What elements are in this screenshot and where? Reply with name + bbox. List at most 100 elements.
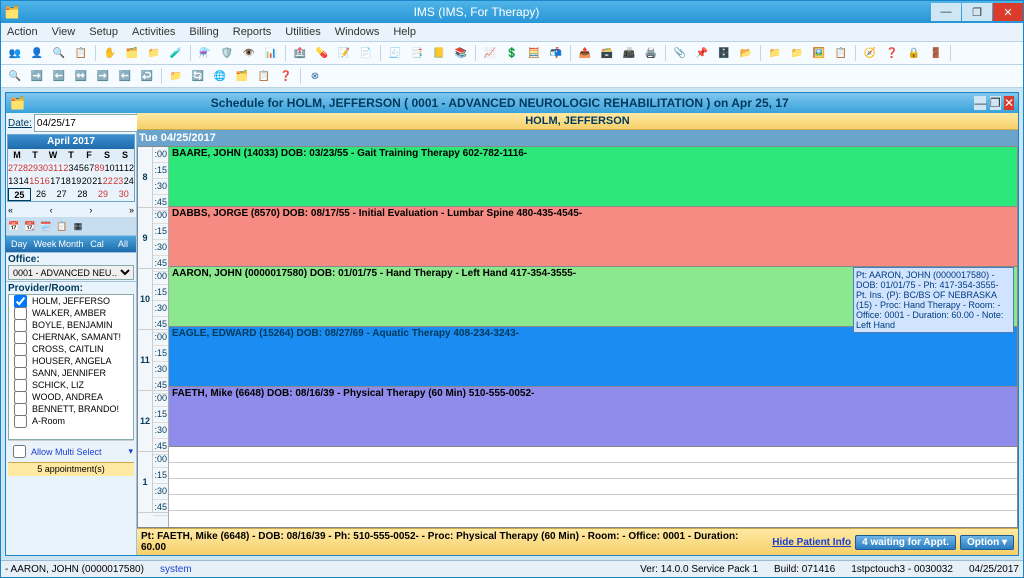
- appointment-column[interactable]: BAARE, JOHN (14033) DOB: 03/23/55 - Gait…: [169, 147, 1017, 527]
- cal-day-14[interactable]: 14: [19, 175, 30, 188]
- viewtab-cal[interactable]: Cal: [84, 239, 110, 249]
- close-button[interactable]: ✕: [993, 3, 1023, 21]
- cal-day-10[interactable]: 10: [105, 162, 115, 175]
- toolbar1-btn-10[interactable]: 👁️: [239, 43, 259, 63]
- toolbar1-btn-34[interactable]: 🖼️: [809, 43, 829, 63]
- toolbar1-btn-22[interactable]: 🧮: [524, 43, 544, 63]
- sched-max-button[interactable]: ❐: [990, 96, 1001, 110]
- toolbar1-btn-4[interactable]: ✋: [100, 43, 120, 63]
- toolbar2-btn-13[interactable]: ❓: [276, 66, 296, 86]
- toolbar1-btn-14[interactable]: 📝: [334, 43, 354, 63]
- provider-checkbox[interactable]: [14, 415, 27, 428]
- menu-billing[interactable]: Billing: [189, 26, 218, 38]
- toolbar1-btn-12[interactable]: 🏥: [290, 43, 310, 63]
- toolbar1-btn-36[interactable]: 🧭: [860, 43, 880, 63]
- cal-day-16[interactable]: 16: [40, 175, 51, 188]
- schedule-sys-icon[interactable]: 🗂️: [10, 96, 25, 110]
- toolbar2-btn-4[interactable]: ➡️: [93, 66, 113, 86]
- toolbar1-btn-39[interactable]: 🚪: [926, 43, 946, 63]
- cal-day-30[interactable]: 30: [113, 188, 134, 201]
- cal-day-11[interactable]: 11: [115, 162, 124, 175]
- week-icon[interactable]: 📆: [23, 219, 37, 233]
- provider-item[interactable]: HOUSER, ANGELA: [9, 355, 133, 367]
- cal-day-22[interactable]: 22: [103, 175, 114, 188]
- maximize-button[interactable]: ❐: [962, 3, 992, 21]
- cal-day-27[interactable]: 27: [51, 188, 72, 201]
- menu-reports[interactable]: Reports: [233, 26, 272, 38]
- toolbar1-btn-32[interactable]: 📁: [765, 43, 785, 63]
- nav-first[interactable]: «: [8, 205, 13, 215]
- provider-item[interactable]: WALKER, AMBER: [9, 307, 133, 319]
- provider-item[interactable]: BOYLE, BENJAMIN: [9, 319, 133, 331]
- menu-view[interactable]: View: [52, 26, 76, 38]
- cal-day-27[interactable]: 27: [8, 162, 18, 175]
- toolbar1-btn-8[interactable]: ⚗️: [195, 43, 215, 63]
- appointment-1[interactable]: DABBS, JORGE (8570) DOB: 08/17/55 - Init…: [169, 207, 1017, 267]
- cal-day-13[interactable]: 13: [8, 175, 19, 188]
- toolbar1-btn-38[interactable]: 🔒: [904, 43, 924, 63]
- toolbar1-btn-37[interactable]: ❓: [882, 43, 902, 63]
- viewtab-all[interactable]: All: [110, 239, 136, 249]
- toolbar1-btn-35[interactable]: 📋: [831, 43, 851, 63]
- toolbar1-btn-11[interactable]: 📊: [261, 43, 281, 63]
- toolbar2-btn-10[interactable]: 🌐: [210, 66, 230, 86]
- toolbar1-btn-1[interactable]: 👤: [27, 43, 47, 63]
- toolbar1-btn-29[interactable]: 📌: [692, 43, 712, 63]
- provider-item[interactable]: WOOD, ANDREA: [9, 391, 133, 403]
- toolbar1-btn-26[interactable]: 📠: [619, 43, 639, 63]
- appointment-4[interactable]: FAETH, Mike (6648) DOB: 08/16/39 - Physi…: [169, 387, 1017, 447]
- toolbar1-btn-13[interactable]: 💊: [312, 43, 332, 63]
- appointment-2[interactable]: AARON, JOHN (0000017580) DOB: 01/01/75 -…: [169, 267, 1017, 327]
- toolbar2-btn-11[interactable]: 🗂️: [232, 66, 252, 86]
- cal-day-31[interactable]: 31: [48, 162, 58, 175]
- toolbar2-btn-0[interactable]: 🔍: [5, 66, 25, 86]
- menu-activities[interactable]: Activities: [132, 26, 175, 38]
- toolbar1-btn-33[interactable]: 📁: [787, 43, 807, 63]
- toolbar1-btn-3[interactable]: 📋: [71, 43, 91, 63]
- sched-close-button[interactable]: ✕: [1004, 96, 1014, 110]
- toolbar1-btn-18[interactable]: 📒: [429, 43, 449, 63]
- toolbar2-btn-1[interactable]: ➡️: [27, 66, 47, 86]
- viewtab-month[interactable]: Month: [58, 239, 84, 249]
- empty-slot[interactable]: [169, 479, 1017, 495]
- nav-next[interactable]: ›: [89, 205, 92, 215]
- mini-calendar[interactable]: April 2017 MTWTFSS 272829303112345678910…: [7, 134, 135, 202]
- nav-last[interactable]: »: [129, 205, 134, 215]
- cal-day-20[interactable]: 20: [82, 175, 93, 188]
- toolbar2-btn-9[interactable]: 🔄: [188, 66, 208, 86]
- cal-day-26[interactable]: 26: [31, 188, 52, 201]
- office-select[interactable]: 0001 - ADVANCED NEU…: [8, 265, 134, 280]
- toolbar1-btn-30[interactable]: 🗄️: [714, 43, 734, 63]
- day-icon[interactable]: 📅: [7, 219, 21, 233]
- cal-day-29[interactable]: 29: [93, 188, 114, 201]
- cal-day-15[interactable]: 15: [29, 175, 40, 188]
- cal-day-18[interactable]: 18: [61, 175, 72, 188]
- hide-patient-link[interactable]: Hide Patient Info: [772, 537, 851, 548]
- appointment-3[interactable]: EAGLE, EDWARD (15264) DOB: 08/27/69 - Aq…: [169, 327, 1017, 387]
- toolbar1-btn-28[interactable]: 📎: [670, 43, 690, 63]
- list-scroll-icon[interactable]: ▾: [128, 446, 133, 457]
- toolbar2-btn-8[interactable]: 📁: [166, 66, 186, 86]
- toolbar1-btn-5[interactable]: 🗂️: [122, 43, 142, 63]
- toolbar1-btn-25[interactable]: 🗃️: [597, 43, 617, 63]
- toolbar1-btn-24[interactable]: 📤: [575, 43, 595, 63]
- provider-list[interactable]: HOLM, JEFFERSOWALKER, AMBERBOYLE, BENJAM…: [8, 294, 134, 440]
- all-icon[interactable]: ▦: [71, 219, 85, 233]
- waiting-button[interactable]: 4 waiting for Appt.: [855, 535, 956, 550]
- empty-slot[interactable]: [169, 495, 1017, 511]
- menu-windows[interactable]: Windows: [335, 26, 380, 38]
- minimize-button[interactable]: —: [931, 3, 961, 21]
- menu-help[interactable]: Help: [393, 26, 416, 38]
- menu-setup[interactable]: Setup: [89, 26, 118, 38]
- toolbar1-btn-0[interactable]: 👥: [5, 43, 25, 63]
- toolbar2-btn-15[interactable]: ⊗: [305, 66, 325, 86]
- cal-day-12[interactable]: 12: [124, 162, 134, 175]
- provider-item[interactable]: BENNETT, BRANDO!: [9, 403, 133, 415]
- toolbar1-btn-15[interactable]: 📄: [356, 43, 376, 63]
- toolbar2-btn-2[interactable]: ⬅️: [49, 66, 69, 86]
- option-button[interactable]: Option ▾: [960, 535, 1014, 550]
- toolbar2-btn-5[interactable]: ⬅️: [115, 66, 135, 86]
- viewtab-day[interactable]: Day: [6, 239, 32, 249]
- toolbar2-btn-12[interactable]: 📋: [254, 66, 274, 86]
- toolbar1-btn-9[interactable]: 🛡️: [217, 43, 237, 63]
